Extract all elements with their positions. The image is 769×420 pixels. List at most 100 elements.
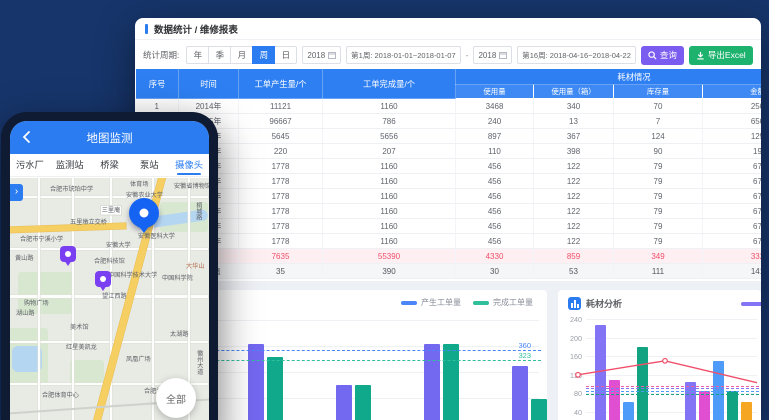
tab-桥梁[interactable]: 桥梁 (90, 154, 130, 176)
period-segment-1[interactable]: 季 (208, 46, 231, 64)
table-cell: 67 (703, 204, 762, 219)
table-cell: 1778 (239, 159, 323, 174)
table-cell: 1778 (239, 204, 323, 219)
consumables-chart-card: 耗材分析 2402001601208040 (558, 290, 761, 420)
map-label: 大华山 (186, 262, 204, 271)
year-to-select[interactable]: 2018 (473, 46, 512, 64)
year-from-select[interactable]: 2018 (302, 46, 341, 64)
consumables-chart-title-row: 耗材分析 (568, 297, 622, 310)
table-cell: 67 (703, 234, 762, 249)
bar (741, 402, 752, 420)
table-cell: 390 (323, 264, 456, 279)
table-cell: 220 (239, 144, 323, 159)
bar (336, 385, 352, 420)
map-label: 凤凰广场 (126, 355, 151, 364)
table-cell: 79 (614, 219, 703, 234)
table-row: 22015年96667786240137650 (136, 114, 762, 129)
table-cell: 67 (703, 159, 762, 174)
table-row: 42017年2202071103989019 (136, 144, 762, 159)
table-cell: 1160 (323, 189, 456, 204)
table-cell: 1160 (323, 219, 456, 234)
table-cell: 79 (614, 204, 703, 219)
bar (623, 402, 634, 420)
col-header-no: 序号 (136, 69, 179, 99)
table-cell: 897 (456, 129, 534, 144)
map-label: 中国科学技术大学 (108, 271, 157, 280)
table-cell: 79 (614, 159, 703, 174)
camera-marker[interactable] (95, 271, 111, 287)
y-tick-label: 120 (560, 371, 582, 380)
table-cell: 122 (534, 159, 614, 174)
table-cell: 1778 (239, 174, 323, 189)
map-label: 体育场 (130, 180, 148, 189)
phone-screen: 地图监测 污水厂监测站桥梁泵站摄像头 (10, 121, 209, 420)
bar (512, 366, 528, 420)
table-cell: 53 (534, 264, 614, 279)
camera-marker[interactable] (60, 246, 76, 262)
gridline (586, 338, 757, 339)
gridline (586, 319, 757, 320)
period-segment-3[interactable]: 周 (252, 46, 275, 64)
back-icon[interactable] (20, 130, 34, 144)
bar (443, 344, 459, 420)
tab-泵站[interactable]: 泵站 (129, 154, 169, 176)
period-segment-2[interactable]: 月 (230, 46, 253, 64)
col-header-completed: 工单完成量/个 (323, 69, 456, 99)
table-cell: 1160 (323, 159, 456, 174)
search-icon (648, 51, 657, 60)
table-cell: 456 (456, 174, 534, 189)
table-head: 序号时间工单产生量/个工单完成量/个耗材情况使用量使用量（箱）库存量金额 (136, 69, 762, 99)
col-subheader-1: 使用量（箱） (534, 85, 614, 99)
map-label: 红星美凯龙 (66, 343, 97, 352)
period-segment-0[interactable]: 年 (186, 46, 209, 64)
table-cell: 70 (614, 99, 703, 114)
drawer-expand-button[interactable]: › (10, 184, 23, 201)
table-row: 52018年177811604561227967 (136, 159, 762, 174)
tab-监测站[interactable]: 监测站 (50, 154, 90, 176)
tab-摄像头[interactable]: 摄像头 (169, 154, 209, 176)
bar (595, 325, 606, 420)
phone-title: 地图监测 (87, 130, 133, 146)
reference-line (586, 386, 759, 387)
query-button[interactable]: 查询 (641, 46, 684, 65)
tab-污水厂[interactable]: 污水厂 (10, 154, 50, 176)
legend-item: 完成工单量 (473, 297, 533, 308)
period-segment-4[interactable]: 日 (274, 46, 297, 64)
table-cell: 456 (456, 234, 534, 249)
table-cell: 19 (703, 144, 762, 159)
legend-label: 完成工单量 (493, 297, 533, 308)
bar (727, 391, 738, 420)
map-label: 太湖路 (170, 330, 188, 339)
col-subheader-2: 库存量 (614, 85, 703, 99)
week-from-value: 第1周: 2018-01-01~2018-01-07 (351, 50, 455, 61)
table-cell: 67 (703, 174, 762, 189)
gridline (586, 375, 757, 376)
table-cell: 111 (614, 264, 703, 279)
map-canvas[interactable]: › 全部 合肥市琥珀中学体育场安徽农业大学安徽省博物馆桐城路三里庵五里墩立交桥合… (10, 178, 209, 420)
download-icon (696, 51, 705, 60)
selected-camera-marker[interactable] (129, 198, 159, 228)
table-cell: 5645 (239, 129, 323, 144)
col-subheader-0: 使用量 (456, 85, 534, 99)
main-road (10, 223, 126, 233)
chart-icon (568, 297, 581, 310)
reference-line (586, 388, 759, 389)
table-cell: 122 (534, 219, 614, 234)
all-filter-button[interactable]: 全部 (156, 378, 196, 418)
legend-pill (473, 301, 489, 305)
table-cell: 11121 (239, 99, 323, 114)
export-excel-button[interactable]: 导出Excel (689, 46, 753, 65)
map-label: 桐城路 (194, 202, 203, 220)
week-to-input[interactable]: 第16周: 2018-04-16~2018-04-22 (517, 46, 636, 64)
bar (267, 357, 283, 420)
week-from-input[interactable]: 第1周: 2018-01-01~2018-01-07 (346, 46, 460, 64)
query-label: 查询 (660, 49, 677, 61)
table-cell: 340 (534, 99, 614, 114)
breadcrumb: 数据统计 / 维修报表 (154, 22, 238, 36)
legend-label: 产生工单量 (421, 297, 461, 308)
period-segmented-control: 年季月周日 (186, 46, 297, 64)
table-cell: 30 (456, 264, 534, 279)
map-label: 合肥市宁溪小学 (20, 235, 63, 244)
report-table-wrap: 序号时间工单产生量/个工单完成量/个耗材情况使用量使用量（箱）库存量金额1201… (135, 68, 761, 281)
calendar-icon (499, 51, 507, 59)
